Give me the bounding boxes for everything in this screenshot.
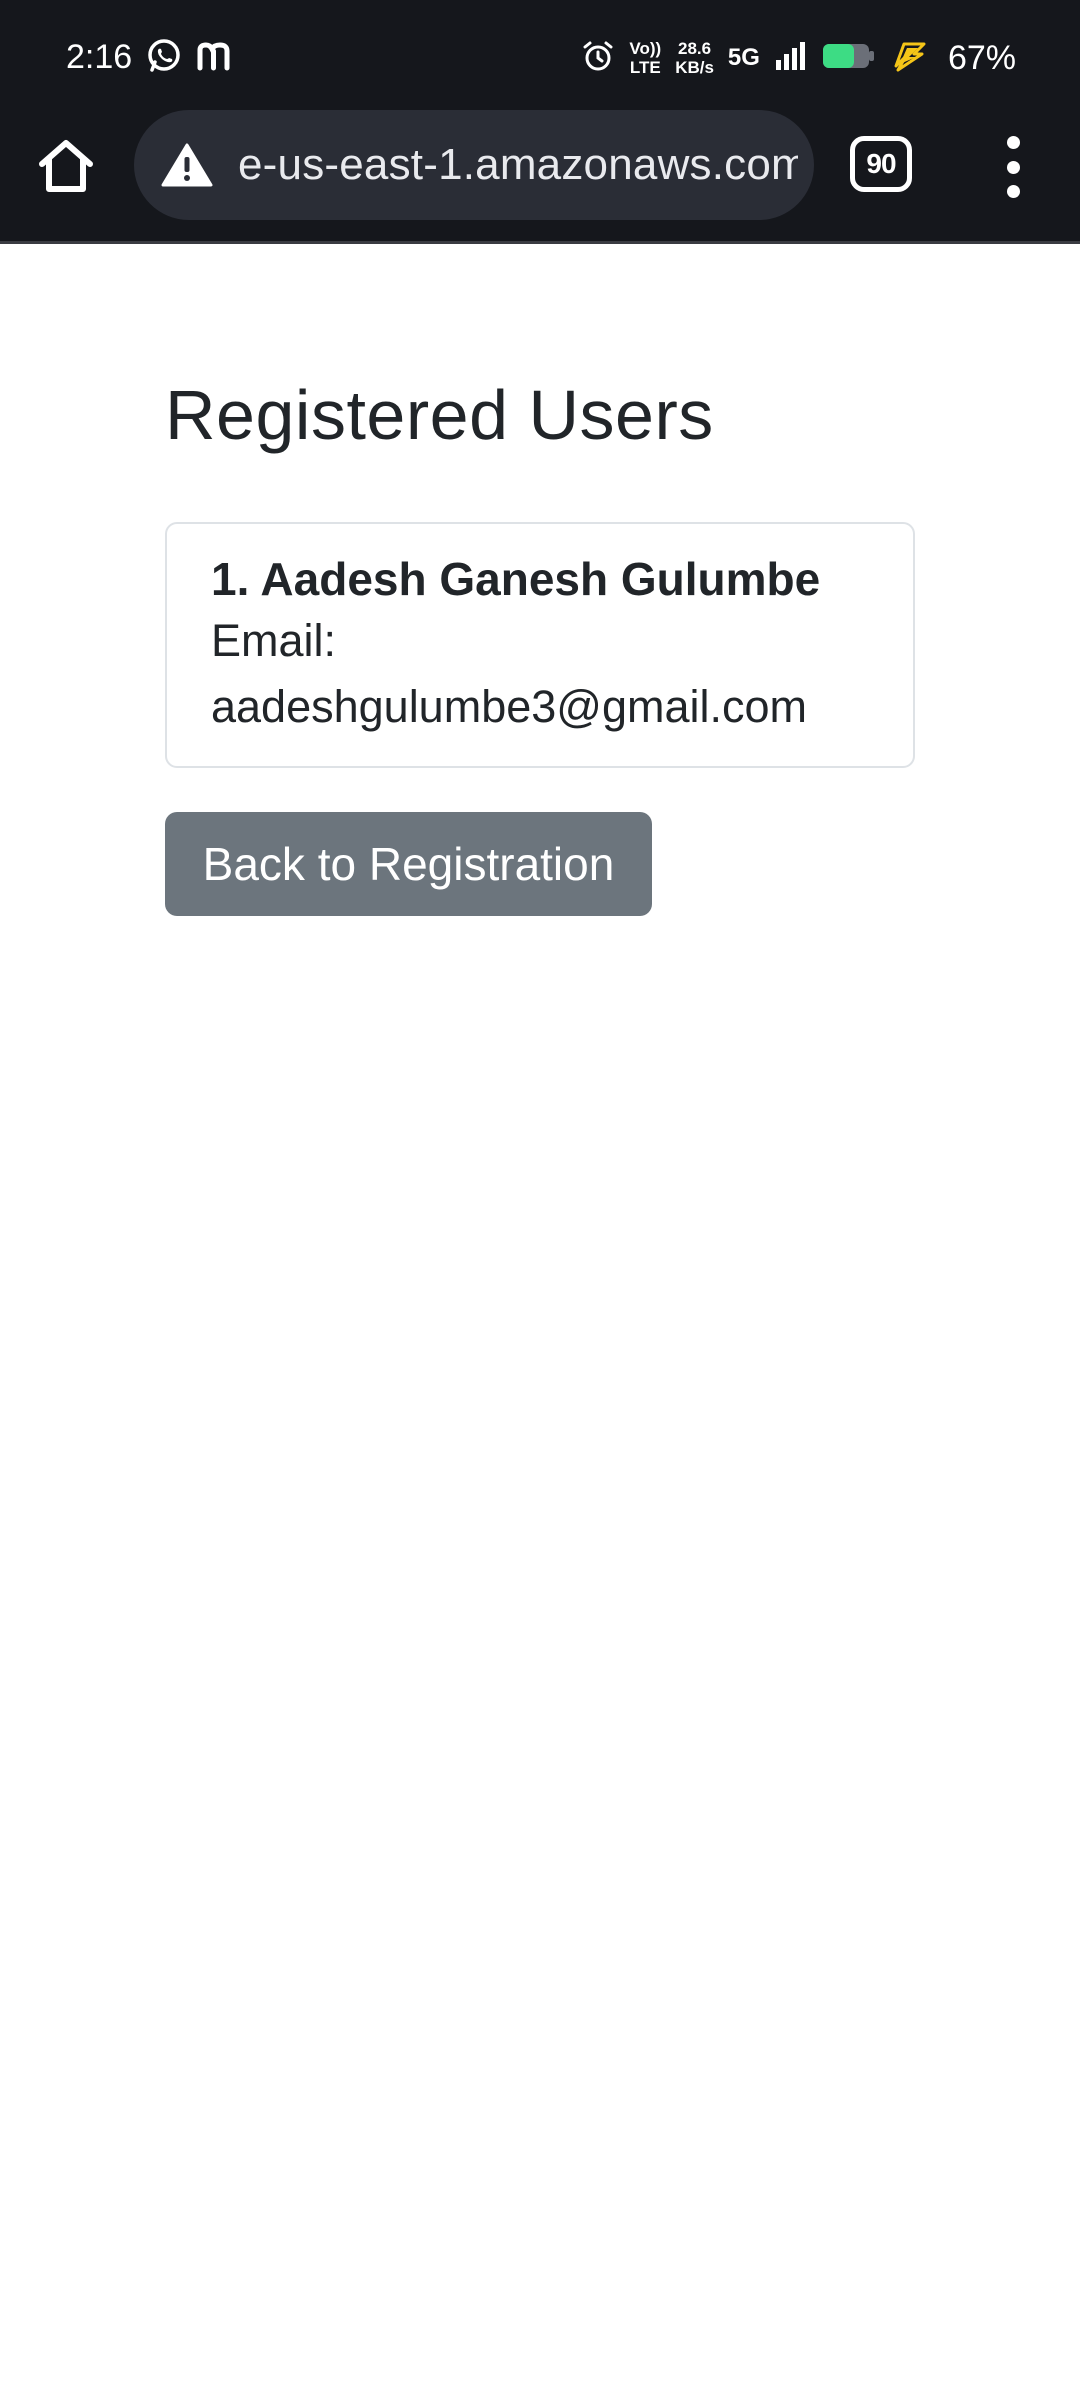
back-to-registration-button[interactable]: Back to Registration bbox=[165, 812, 652, 916]
status-time: 2:16 bbox=[66, 38, 133, 76]
warning-icon[interactable] bbox=[148, 126, 226, 204]
home-icon bbox=[37, 138, 95, 199]
volte-indicator: Vo)) LTE bbox=[629, 39, 661, 77]
menu-dot bbox=[1006, 136, 1020, 149]
user-email: aadeshgulumbe3@gmail.com bbox=[211, 681, 808, 732]
more-vert-icon[interactable] bbox=[990, 136, 1036, 198]
signal-icon bbox=[774, 40, 808, 77]
user-name: 1. Aadesh Ganesh Gulumbe bbox=[211, 553, 821, 605]
status-bar: 2:16 Vo)) LTE 28.6 KB/s 5G 67% bbox=[0, 0, 1080, 110]
browser-toolbar: e-us-east-1.amazonaws.com 90 bbox=[0, 110, 1080, 242]
net-speed: 28.6 KB/s bbox=[675, 39, 714, 77]
user-list: 1. Aadesh Ganesh Gulumbe Email: aadeshgu… bbox=[165, 522, 915, 768]
status-indicators: Vo)) LTE 28.6 KB/s 5G 67% bbox=[581, 30, 1016, 86]
charging-bolt-icon bbox=[890, 40, 928, 77]
net-speed-value: 28.6 bbox=[678, 39, 712, 58]
email-label: Email: bbox=[211, 615, 337, 666]
volte-label: Vo)) bbox=[629, 39, 662, 58]
page-content: Registered Users 1. Aadesh Ganesh Gulumb… bbox=[165, 360, 915, 916]
page-title: Registered Users bbox=[165, 376, 714, 454]
m-app-icon bbox=[196, 38, 232, 78]
home-button[interactable] bbox=[30, 132, 102, 204]
menu-dot bbox=[1006, 160, 1020, 174]
lte-label: LTE bbox=[629, 58, 661, 77]
alarm-icon bbox=[581, 39, 615, 78]
address-bar[interactable]: e-us-east-1.amazonaws.com bbox=[134, 110, 814, 220]
battery-icon bbox=[822, 41, 876, 76]
browser-chrome: 2:16 Vo)) LTE 28.6 KB/s 5G 67% e-us-east… bbox=[0, 0, 1080, 244]
list-item: 1. Aadesh Ganesh Gulumbe Email: aadeshgu… bbox=[211, 550, 869, 740]
url-text[interactable]: e-us-east-1.amazonaws.com bbox=[238, 140, 798, 190]
network-type: 5G bbox=[727, 44, 760, 71]
battery-percent: 67% bbox=[947, 39, 1016, 77]
net-speed-unit: KB/s bbox=[675, 58, 714, 77]
tab-switcher-button[interactable]: 90 bbox=[850, 136, 912, 192]
menu-dot bbox=[1006, 185, 1020, 198]
whatsapp-icon bbox=[146, 38, 182, 78]
